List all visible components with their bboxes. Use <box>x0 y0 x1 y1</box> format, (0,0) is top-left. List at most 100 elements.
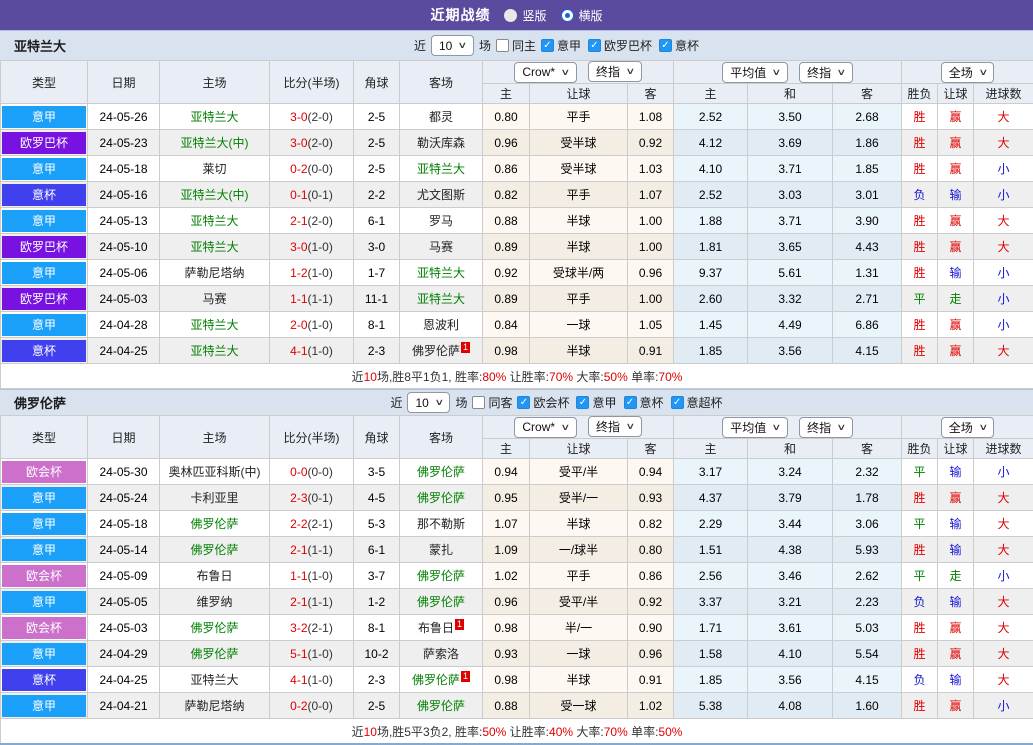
average-dropdown[interactable]: 平均值 ∨ <box>722 416 788 438</box>
avg-draw: 3.71 <box>747 155 833 182</box>
league-filter[interactable]: 欧会杯 <box>517 394 569 411</box>
away-team-name[interactable]: 恩波利 <box>423 318 459 332</box>
away-team-name[interactable]: 尤文图斯 <box>417 188 465 202</box>
match-count-dropdown[interactable]: 10 ∨ <box>407 392 451 413</box>
score-fulltime: 1-1 <box>290 568 308 583</box>
scope-dropdown[interactable]: 全场 ∨ <box>940 61 995 83</box>
home-team-name[interactable]: 亚特兰大(中) <box>181 188 249 202</box>
away-team-name[interactable]: 佛罗伦萨 <box>417 699 465 713</box>
away-team-name[interactable]: 亚特兰大 <box>417 266 465 280</box>
league-filter[interactable]: 意杯 <box>623 394 664 411</box>
odds-time-dropdown[interactable]: 终指 ∨ <box>588 416 642 438</box>
layout-radio-horizontal[interactable]: 横版 <box>560 7 603 24</box>
checkbox-checked-icon[interactable] <box>576 396 590 409</box>
checkbox-checked-icon[interactable] <box>659 39 672 52</box>
corner-count: 3-5 <box>353 458 400 485</box>
home-team-name[interactable]: 亚特兰大 <box>190 344 238 358</box>
corner-count: 1-2 <box>353 588 400 615</box>
away-team-name[interactable]: 蒙扎 <box>429 543 453 557</box>
home-team-name[interactable]: 佛罗伦萨 <box>190 647 238 661</box>
away-team-name[interactable]: 布鲁日 <box>418 621 454 635</box>
same-venue-filter[interactable]: 同客 <box>472 394 512 411</box>
odds-home: 0.94 <box>482 458 530 485</box>
away-team-name[interactable]: 萨索洛 <box>423 647 459 661</box>
radio-label-vertical: 竖版 <box>522 8 547 23</box>
home-team-name[interactable]: 萨勒尼塔纳 <box>184 699 244 713</box>
avg-draw: 3.56 <box>747 337 833 364</box>
league-badge: 意甲 <box>2 157 86 180</box>
away-team-name[interactable]: 佛罗伦萨 <box>417 569 465 583</box>
bookmaker-dropdown[interactable]: Crow* ∨ <box>514 61 577 83</box>
checkbox-unchecked-icon[interactable] <box>495 39 509 52</box>
checkbox-checked-icon[interactable] <box>670 396 684 409</box>
odds-away: 1.05 <box>627 311 674 338</box>
odds-handicap: 平手 <box>529 285 628 312</box>
score-fulltime: 2-3 <box>290 490 308 505</box>
league-filter[interactable]: 欧罗巴杯 <box>587 37 652 54</box>
table-row: 意甲 24-05-18 莱切 0-2(0-0) 2-5 亚特兰大 0.86 受半… <box>0 155 1033 182</box>
checkbox-checked-icon[interactable] <box>587 39 601 52</box>
sub-header-let-result: 让球 <box>937 83 975 104</box>
checkbox-checked-icon[interactable] <box>517 396 531 409</box>
col-header-home: 主场 <box>159 60 270 104</box>
league-filter[interactable]: 意超杯 <box>670 394 723 411</box>
avg-home: 3.17 <box>673 458 748 485</box>
away-team-name[interactable]: 马赛 <box>429 240 453 254</box>
same-venue-filter[interactable]: 同主 <box>495 37 536 54</box>
odds-away: 1.00 <box>627 233 674 260</box>
league-filter[interactable]: 意甲 <box>540 37 581 54</box>
away-team-name[interactable]: 佛罗伦萨 <box>417 491 465 505</box>
away-team-name[interactable]: 那不勒斯 <box>417 517 465 531</box>
score-halftime: (1-0) <box>307 568 333 583</box>
league-filter[interactable]: 意杯 <box>659 37 699 54</box>
average-dropdown[interactable]: 平均值 ∨ <box>722 61 788 83</box>
league-badge: 欧罗巴杯 <box>2 131 86 154</box>
average-time-dropdown[interactable]: 终指 ∨ <box>799 416 853 438</box>
match-count-dropdown[interactable]: 10 ∨ <box>430 35 474 56</box>
home-team-name[interactable]: 亚特兰大 <box>190 214 238 228</box>
bookmaker-dropdown[interactable]: Crow* ∨ <box>514 416 577 438</box>
table-row: 意甲 24-04-28 亚特兰大 2-0(1-0) 8-1 恩波利 0.84 一… <box>0 311 1033 338</box>
away-team-name[interactable]: 罗马 <box>429 214 453 228</box>
score-halftime: (1-0) <box>307 343 333 358</box>
away-team-name[interactable]: 亚特兰大 <box>417 292 465 306</box>
checkbox-unchecked-icon[interactable] <box>472 396 486 409</box>
home-team-name[interactable]: 维罗纳 <box>196 595 232 609</box>
home-team-name[interactable]: 佛罗伦萨 <box>190 621 238 635</box>
home-team-name[interactable]: 佛罗伦萨 <box>190 543 238 557</box>
league-filter[interactable]: 意甲 <box>576 394 617 411</box>
radio-selected-icon[interactable] <box>560 8 574 22</box>
away-team-name[interactable]: 亚特兰大 <box>417 162 465 176</box>
average-time-dropdown[interactable]: 终指 ∨ <box>799 61 853 83</box>
scope-dropdown[interactable]: 全场 ∨ <box>940 416 995 438</box>
odds-time-dropdown[interactable]: 终指 ∨ <box>588 61 642 83</box>
home-team-name[interactable]: 萨勒尼塔纳 <box>184 266 244 280</box>
home-team-name[interactable]: 奥林匹亚科斯(中) <box>169 465 261 479</box>
home-team-name[interactable]: 马赛 <box>202 292 226 306</box>
away-team-name[interactable]: 佛罗伦萨 <box>417 595 465 609</box>
home-team-name[interactable]: 佛罗伦萨 <box>190 517 238 531</box>
home-team-name[interactable]: 卡利亚里 <box>190 491 238 505</box>
away-team-name[interactable]: 佛罗伦萨 <box>412 344 460 358</box>
away-team-name[interactable]: 佛罗伦萨 <box>412 673 460 687</box>
home-team-name[interactable]: 亚特兰大(中) <box>181 136 249 150</box>
home-team-name[interactable]: 布鲁日 <box>196 569 232 583</box>
result-goals: 大 <box>973 536 1033 563</box>
result-wdl: 平 <box>901 510 939 537</box>
away-team-name[interactable]: 勒沃库森 <box>417 136 465 150</box>
avg-home: 5.38 <box>673 692 748 719</box>
away-team-name[interactable]: 佛罗伦萨 <box>417 465 465 479</box>
away-team-name[interactable]: 都灵 <box>429 110 453 124</box>
home-team-name[interactable]: 亚特兰大 <box>190 110 238 124</box>
home-team-name[interactable]: 亚特兰大 <box>190 318 238 332</box>
odds-time-value: 终指 <box>596 65 621 80</box>
checkbox-checked-icon[interactable] <box>623 396 637 409</box>
radio-unselected-icon[interactable] <box>504 8 518 22</box>
odds-handicap: 受球半/两 <box>529 259 628 286</box>
home-team-name[interactable]: 亚特兰大 <box>190 673 238 687</box>
summary-segment: 大率: <box>573 369 604 384</box>
home-team-name[interactable]: 莱切 <box>202 162 226 176</box>
checkbox-checked-icon[interactable] <box>540 39 554 52</box>
home-team-name[interactable]: 亚特兰大 <box>190 240 238 254</box>
layout-radio-vertical[interactable]: 竖版 <box>504 7 547 24</box>
